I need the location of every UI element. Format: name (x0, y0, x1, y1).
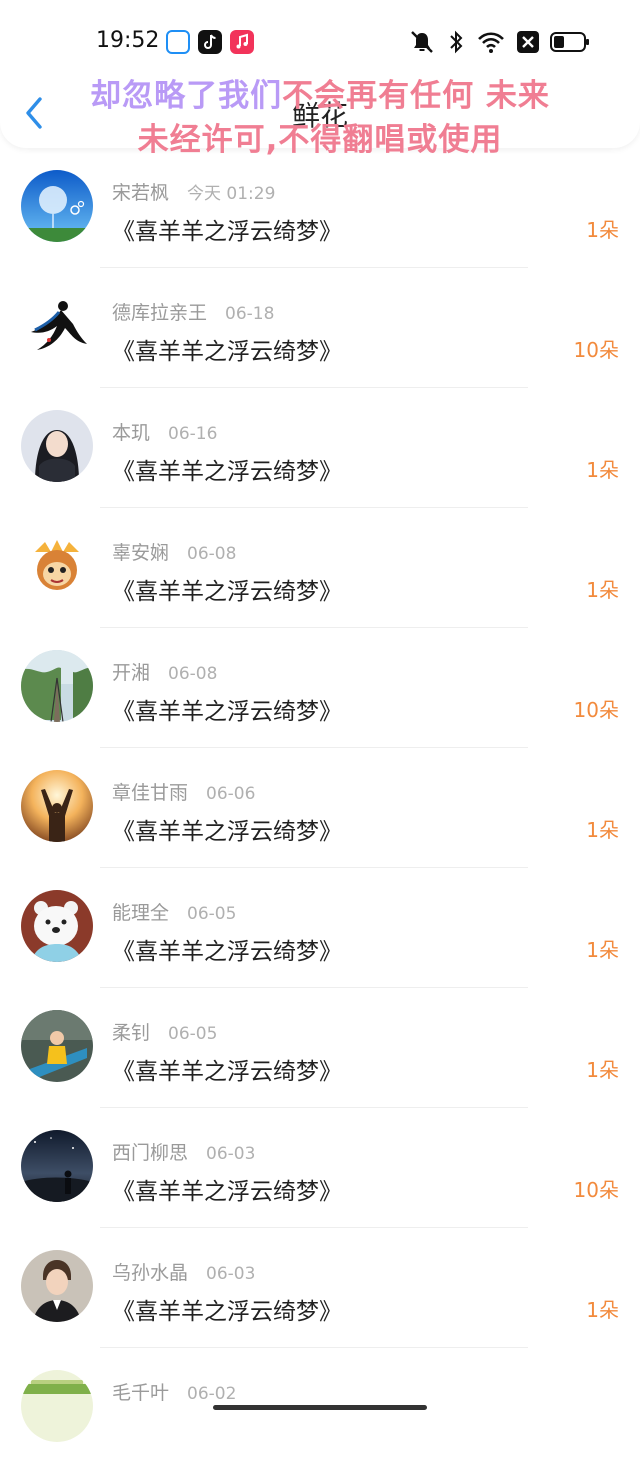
user-name: 章佳甘雨 06-06 (112, 782, 256, 804)
list-item[interactable]: 开湘 06-08 《喜羊羊之浮云绮梦》 10朵 (0, 628, 640, 748)
user-name: 德库拉亲王 06-18 (112, 302, 275, 324)
list-item[interactable]: 宋若枫 今天 01:29 《喜羊羊之浮云绮梦》 1朵 (0, 148, 640, 268)
flower-count: 1朵 (586, 1058, 619, 1082)
status-time: 19:52 (96, 28, 160, 53)
flower-count: 1朵 (586, 458, 619, 482)
bluetooth-icon (446, 28, 466, 56)
gift-date: 06-18 (225, 304, 275, 324)
flower-count: 1朵 (586, 818, 619, 842)
gift-date: 06-16 (168, 424, 218, 444)
avatar[interactable] (21, 170, 93, 242)
avatar[interactable] (21, 410, 93, 482)
avatar[interactable] (21, 1010, 93, 1082)
list-item[interactable]: 柔钊 06-05 《喜羊羊之浮云绮梦》 1朵 (0, 988, 640, 1108)
user-name: 柔钊 06-05 (112, 1022, 218, 1044)
gift-date: 06-03 (206, 1144, 256, 1164)
user-name: 本玑 06-16 (112, 422, 218, 444)
flower-count: 1朵 (586, 578, 619, 602)
boy-avatar-icon (21, 1250, 93, 1322)
watermark-text-a: 却忽略了我们 (90, 78, 283, 114)
avatar[interactable] (21, 1130, 93, 1202)
flower-count: 1朵 (586, 1298, 619, 1322)
gift-date: 06-05 (168, 1024, 218, 1044)
avatar[interactable] (21, 1250, 93, 1322)
watermark-text-b: 不会再有任何 未来 (282, 78, 550, 114)
song-title: 《喜羊羊之浮云绮梦》 (112, 1059, 342, 1085)
user-name: 西门柳思 06-03 (112, 1142, 256, 1164)
list-item[interactable]: 德库拉亲王 06-18 《喜羊羊之浮云绮梦》 10朵 (0, 268, 640, 388)
gift-date: 06-03 (206, 1264, 256, 1284)
music-notification-icon (230, 30, 254, 54)
railway-avatar-icon (21, 650, 93, 722)
flower-count: 10朵 (573, 338, 619, 362)
list-item[interactable]: 能理全 06-05 《喜羊羊之浮云绮梦》 1朵 (0, 868, 640, 988)
avatar[interactable] (21, 770, 93, 842)
list-item[interactable]: 辜安娴 06-08 《喜羊羊之浮云绮梦》 1朵 (0, 508, 640, 628)
dancer-avatar-icon (21, 290, 93, 362)
gift-date: 06-02 (187, 1384, 237, 1404)
song-title: 《喜羊羊之浮云绮梦》 (112, 219, 342, 245)
song-title: 《喜羊羊之浮云绮梦》 (112, 579, 342, 605)
mute-icon (408, 28, 436, 56)
flower-count: 10朵 (573, 698, 619, 722)
no-sim-icon (516, 30, 540, 54)
tiktok-notification-icon (198, 30, 222, 54)
list-item[interactable]: 乌孙水晶 06-03 《喜羊羊之浮云绮梦》 1朵 (0, 1228, 640, 1348)
avatar[interactable] (21, 290, 93, 362)
status-bar: 19:52 (0, 22, 640, 62)
avatar[interactable] (21, 1370, 93, 1442)
night-sky-avatar-icon (21, 1130, 93, 1202)
system-icons (408, 28, 590, 56)
bear-avatar-icon (21, 890, 93, 962)
user-name: 乌孙水晶 06-03 (112, 1262, 256, 1284)
gift-date: 06-08 (187, 544, 237, 564)
home-indicator[interactable] (213, 1405, 427, 1410)
sunset-avatar-icon (21, 770, 93, 842)
user-name: 开湘 06-08 (112, 662, 218, 684)
flower-count: 1朵 (586, 938, 619, 962)
user-name: 辜安娴 06-08 (112, 542, 237, 564)
child-avatar-icon (21, 1010, 93, 1082)
wifi-icon (476, 28, 506, 56)
list-item[interactable]: 西门柳思 06-03 《喜羊羊之浮云绮梦》 10朵 (0, 1108, 640, 1228)
gift-list: 宋若枫 今天 01:29 《喜羊羊之浮云绮梦》 1朵 德库拉亲王 06-18 《喜羊… (0, 148, 640, 1468)
flower-count: 1朵 (586, 218, 619, 242)
watermark-line-2: 未经许可,不得翻唱或使用 (137, 122, 503, 158)
avatar[interactable] (21, 650, 93, 722)
girl-avatar-icon (21, 410, 93, 482)
list-item[interactable]: 本玑 06-16 《喜羊羊之浮云绮梦》 1朵 (0, 388, 640, 508)
avatar[interactable] (21, 890, 93, 962)
gift-date: 06-05 (187, 904, 237, 924)
song-title: 《喜羊羊之浮云绮梦》 (112, 339, 342, 365)
user-name: 宋若枫 今天 01:29 (112, 182, 276, 204)
user-name: 能理全 06-05 (112, 902, 237, 924)
dandelion-avatar-icon (21, 170, 93, 242)
gift-date: 今天 01:29 (187, 184, 276, 204)
landscape-avatar-icon (21, 1370, 93, 1442)
gift-date: 06-06 (206, 784, 256, 804)
song-title: 《喜羊羊之浮云绮梦》 (112, 699, 342, 725)
watermark-line-1: 却忽略了我们不会再有任何 未来 (0, 70, 640, 115)
song-title: 《喜羊羊之浮云绮梦》 (112, 819, 342, 845)
gift-date: 06-08 (168, 664, 218, 684)
song-title: 《喜羊羊之浮云绮梦》 (112, 459, 342, 485)
song-title: 《喜羊羊之浮云绮梦》 (112, 1179, 342, 1205)
app-notification-icon (166, 30, 190, 54)
user-name: 毛千叶 06-02 (112, 1382, 237, 1404)
song-title: 《喜羊羊之浮云绮梦》 (112, 1299, 342, 1325)
list-item[interactable]: 章佳甘雨 06-06 《喜羊羊之浮云绮梦》 1朵 (0, 748, 640, 868)
avatar[interactable] (21, 530, 93, 602)
battery-icon (550, 30, 590, 54)
song-title: 《喜羊羊之浮云绮梦》 (112, 939, 342, 965)
flower-count: 10朵 (573, 1178, 619, 1202)
monkey-avatar-icon (21, 530, 93, 602)
